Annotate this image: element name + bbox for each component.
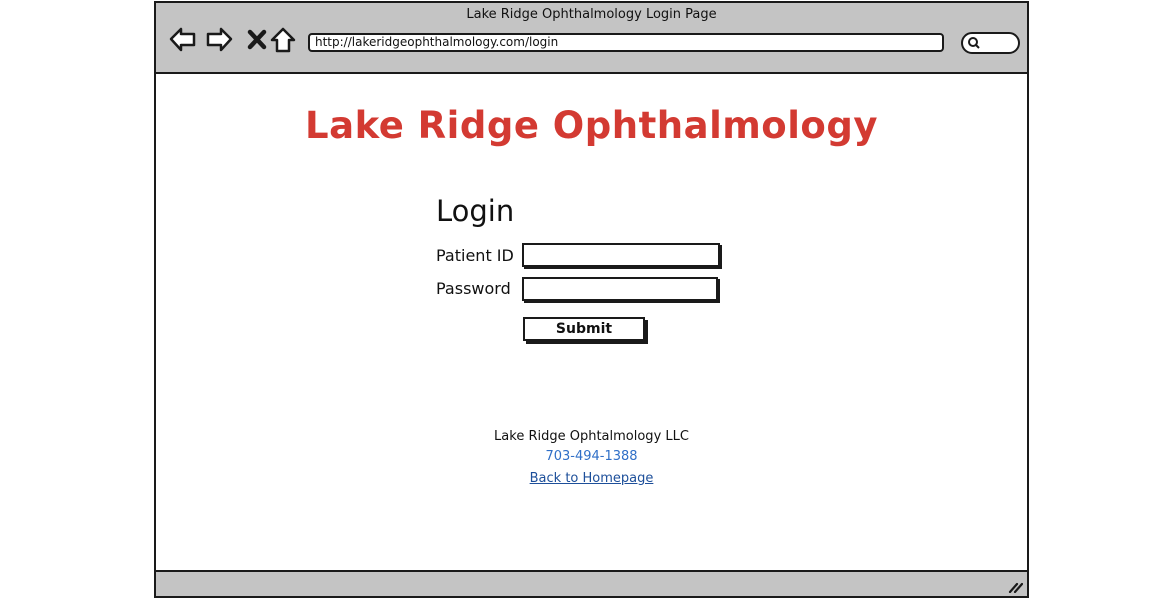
browser-toolbar: Lake Ridge Ophthalmology Login Page http… bbox=[156, 3, 1027, 74]
patient-id-label: Patient ID bbox=[436, 246, 514, 265]
arrow-right-icon[interactable] bbox=[204, 25, 234, 55]
resize-grip-icon[interactable] bbox=[1007, 579, 1023, 593]
back-to-homepage-link[interactable]: Back to Homepage bbox=[156, 471, 1027, 486]
patient-id-input[interactable] bbox=[522, 243, 720, 267]
search-icon bbox=[968, 37, 980, 49]
footer-company-name: Lake Ridge Ophtalmology LLC bbox=[494, 429, 689, 444]
password-input[interactable] bbox=[522, 277, 718, 301]
arrow-left-icon[interactable] bbox=[168, 25, 198, 55]
browser-status-bar bbox=[156, 570, 1027, 596]
footer-phone-number[interactable]: 703-494-1388 bbox=[156, 449, 1027, 464]
site-title: Lake Ridge Ophthalmology bbox=[305, 104, 878, 147]
submit-button[interactable]: Submit bbox=[523, 317, 645, 341]
address-bar[interactable]: http://lakeridgeophthalmology.com/login bbox=[308, 33, 944, 52]
password-label: Password bbox=[436, 279, 511, 298]
home-icon[interactable] bbox=[268, 25, 298, 55]
browser-window: Lake Ridge Ophthalmology Login Page http… bbox=[154, 1, 1029, 598]
browser-search-box[interactable] bbox=[961, 32, 1020, 54]
login-heading: Login bbox=[436, 194, 515, 228]
window-title: Lake Ridge Ophthalmology Login Page bbox=[466, 7, 717, 22]
page-content: Lake Ridge Ophthalmology Login Patient I… bbox=[156, 74, 1027, 574]
